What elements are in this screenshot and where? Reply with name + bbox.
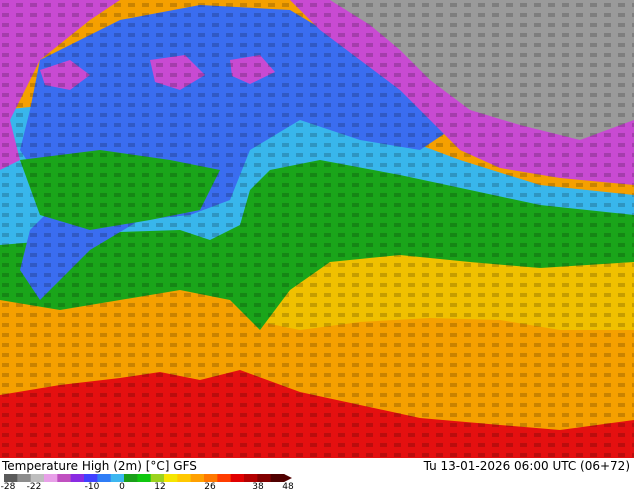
color-scale-segment [177,474,192,482]
map-footer: Temperature High (2m) [°C] GFS Tu 13-01-… [0,458,634,492]
color-scale-tick-label: -22 [26,482,42,492]
run-info: Tu 13-01-2026 06:00 UTC (06+72) [423,459,630,473]
color-scale-tick-label: -10 [84,482,100,492]
color-scale-segment [164,474,178,482]
color-scale-segment [137,474,152,482]
color-scale-tick-label: -28 [0,482,16,492]
color-scale-segment [30,474,45,482]
color-scale-bar [4,474,292,482]
color-scale-segment [84,474,98,482]
color-scale-segment [97,474,112,482]
color-scale-segment [70,474,85,482]
color-scale-segment [57,474,72,482]
color-scale-tick-label: 26 [204,482,216,492]
temperature-map [0,0,634,458]
color-scale-segment [150,474,165,482]
color-scale-tick-label: 38 [252,482,264,492]
color-scale-arrow [284,474,292,482]
color-scale-segment [217,474,232,482]
color-scale-segment [257,474,272,482]
color-scale-segment [4,474,18,482]
value-grid-overlay [0,0,634,458]
color-scale-segment [124,474,138,482]
map-title: Temperature High (2m) [°C] GFS [2,459,197,473]
color-scale-segment [244,474,258,482]
color-scale-segment [44,474,58,482]
color-scale-tick-label: 48 [282,482,294,492]
color-scale-tick-label: 0 [119,482,125,492]
color-scale-segment [230,474,245,482]
color-scale-segment [110,474,125,482]
color-scale-segment [17,474,32,482]
color-scale-segment [270,474,285,482]
color-scale-tick-label: 12 [154,482,166,492]
color-scale-segment [204,474,218,482]
color-scale-segment [190,474,205,482]
